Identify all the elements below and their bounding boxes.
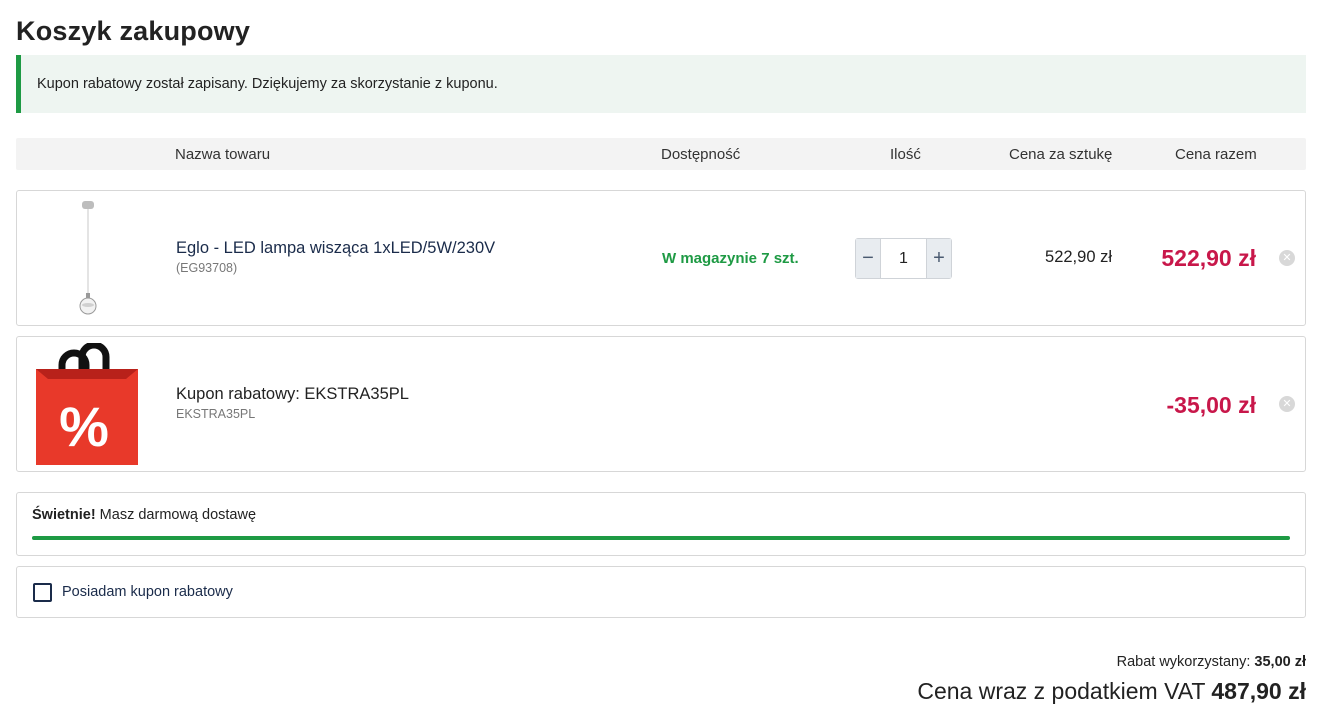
quantity-stepper: − +: [855, 238, 952, 279]
free-shipping-message: Świetnie! Masz darmową dostawę: [32, 507, 256, 523]
cart-table-header: Nazwa towaru Dostępność Ilość Cena za sz…: [16, 138, 1306, 170]
increase-quantity-button[interactable]: +: [927, 239, 951, 278]
product-name-link[interactable]: Eglo - LED lampa wisząca 1xLED/5W/230V: [176, 239, 495, 258]
pendant-lamp-icon[interactable]: [71, 199, 105, 319]
remove-coupon-button[interactable]: ✕: [1279, 396, 1295, 412]
coupon-code: EKSTRA35PL: [176, 407, 256, 421]
coupon-checkbox-label[interactable]: Posiadam kupon rabatowy: [62, 584, 233, 600]
grand-total-label: Cena wraz z podatkiem VAT: [917, 678, 1212, 704]
availability-status: W magazynie 7 szt.: [662, 250, 799, 267]
page-title: Koszyk zakupowy: [16, 16, 251, 46]
free-shipping-progress-fill: [32, 536, 1290, 540]
percent-symbol: %: [59, 395, 109, 458]
coupon-checkbox[interactable]: [33, 583, 52, 602]
free-shipping-text: Masz darmową dostawę: [95, 507, 257, 523]
close-icon: ✕: [1282, 252, 1292, 264]
free-shipping-box: Świetnie! Masz darmową dostawę: [16, 492, 1306, 556]
unit-price: 522,90 zł: [1045, 248, 1112, 266]
header-unit-price: Cena za sztukę: [1009, 146, 1113, 163]
coupon-toggle-box: Posiadam kupon rabatowy: [16, 566, 1306, 618]
remove-item-button[interactable]: ✕: [1279, 250, 1295, 266]
free-shipping-bold: Świetnie!: [32, 507, 96, 523]
grand-total-value: 487,90 zł: [1211, 678, 1306, 704]
alert-text: Kupon rabatowy został zapisany. Dziękuje…: [37, 76, 498, 92]
discount-summary: Rabat wykorzystany: 35,00 zł: [1117, 654, 1306, 670]
header-name: Nazwa towaru: [175, 146, 271, 163]
quantity-input[interactable]: [880, 239, 927, 278]
grand-total: Cena wraz z podatkiem VAT 487,90 zł: [917, 678, 1306, 705]
free-shipping-progress: [32, 536, 1290, 540]
header-availability: Dostępność: [661, 146, 741, 163]
discount-bag-icon: %: [36, 341, 138, 465]
coupon-name: Kupon rabatowy: EKSTRA35PL: [176, 385, 409, 403]
discount-label: Rabat wykorzystany:: [1116, 654, 1255, 670]
close-icon: ✕: [1282, 398, 1292, 410]
product-code: (EG93708): [176, 261, 238, 275]
coupon-discount-value: -35,00 zł: [1166, 392, 1257, 418]
header-quantity: Ilość: [890, 146, 921, 163]
discount-value: 35,00 zł: [1254, 654, 1306, 670]
cart-row-product: Eglo - LED lampa wisząca 1xLED/5W/230V (…: [16, 190, 1306, 326]
row-total-price: 522,90 zł: [1161, 245, 1256, 271]
plus-icon: +: [933, 247, 945, 269]
coupon-success-alert: Kupon rabatowy został zapisany. Dziękuje…: [16, 55, 1306, 113]
decrease-quantity-button[interactable]: −: [856, 239, 880, 278]
header-total: Cena razem: [1175, 146, 1257, 163]
minus-icon: −: [862, 247, 874, 269]
cart-row-coupon: % Kupon rabatowy: EKSTRA35PL EKSTRA35PL …: [16, 336, 1306, 472]
